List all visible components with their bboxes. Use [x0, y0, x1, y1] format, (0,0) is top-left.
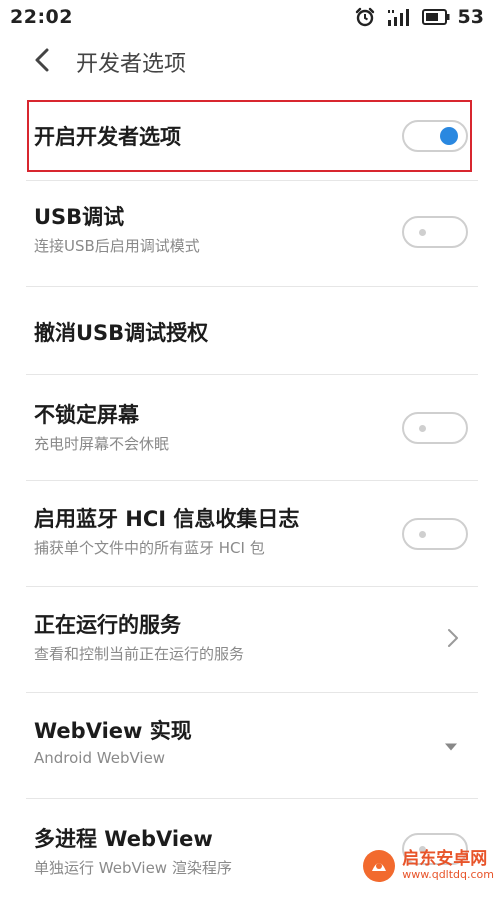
- setting-stay-awake[interactable]: 不锁定屏幕 充电时屏幕不会休眠: [26, 375, 478, 481]
- bluetooth-hci-log-toggle[interactable]: [402, 518, 468, 550]
- status-icons: 53: [354, 6, 484, 28]
- setting-subtitle: 连接USB后启用调试模式: [34, 237, 200, 255]
- app-header: 开发者选项: [0, 34, 500, 90]
- setting-title: WebView 实现: [34, 719, 192, 743]
- back-button[interactable]: [22, 42, 62, 82]
- setting-subtitle: 捕获单个文件中的所有蓝牙 HCI 包: [34, 539, 265, 557]
- setting-usb-debugging[interactable]: USB调试 连接USB后启用调试模式: [26, 181, 478, 287]
- watermark-url: www.qdltdq.com: [402, 868, 494, 882]
- setting-title: 启用蓝牙 HCI 信息收集日志: [34, 507, 300, 531]
- setting-subtitle: 单独运行 WebView 渲染程序: [34, 859, 232, 877]
- setting-revoke-usb-auth[interactable]: 撤消USB调试授权: [26, 287, 478, 375]
- dropdown-triangle-icon[interactable]: [444, 736, 458, 755]
- battery-level: 53: [457, 6, 484, 28]
- setting-running-services[interactable]: 正在运行的服务 查看和控制当前正在运行的服务: [26, 587, 478, 693]
- setting-title: 不锁定屏幕: [34, 403, 139, 427]
- setting-bluetooth-hci-log[interactable]: 启用蓝牙 HCI 信息收集日志 捕获单个文件中的所有蓝牙 HCI 包: [26, 481, 478, 587]
- setting-title: 多进程 WebView: [34, 827, 213, 851]
- chevron-right-icon: [446, 627, 460, 653]
- toggle-knob: [419, 229, 426, 236]
- usb-debugging-toggle[interactable]: [402, 216, 468, 248]
- setting-title: 正在运行的服务: [34, 613, 181, 637]
- watermark-name: 启东安卓网: [402, 849, 488, 870]
- battery-icon: [421, 9, 450, 25]
- chevron-left-icon: [32, 47, 52, 77]
- settings-list: 开启开发者选项 USB调试 连接USB后启用调试模式 撤消USB调试授权 不锁定…: [0, 93, 500, 899]
- alarm-icon: [354, 6, 376, 28]
- setting-subtitle: 充电时屏幕不会休眠: [34, 435, 170, 453]
- setting-enable-dev-options[interactable]: 开启开发者选项: [26, 93, 478, 181]
- page-title: 开发者选项: [76, 52, 187, 77]
- setting-subtitle: Android WebView: [34, 749, 166, 767]
- setting-title: USB调试: [34, 205, 125, 229]
- setting-subtitle: 查看和控制当前正在运行的服务: [34, 645, 245, 663]
- signal-icon: [386, 6, 412, 28]
- watermark-logo-icon: [363, 850, 396, 882]
- watermark: 启东安卓网 www.qdltdq.com: [362, 849, 494, 883]
- setting-title: 开启开发者选项: [34, 125, 181, 149]
- status-bar: 22:02 53: [0, 0, 500, 34]
- toggle-knob: [419, 531, 426, 538]
- toggle-knob: [440, 127, 458, 145]
- stay-awake-toggle[interactable]: [402, 412, 468, 444]
- setting-webview-impl[interactable]: WebView 实现 Android WebView: [26, 693, 478, 799]
- status-time: 22:02: [10, 6, 73, 28]
- enable-dev-options-toggle[interactable]: [402, 120, 468, 152]
- setting-title: 撤消USB调试授权: [34, 321, 209, 345]
- toggle-knob: [419, 425, 426, 432]
